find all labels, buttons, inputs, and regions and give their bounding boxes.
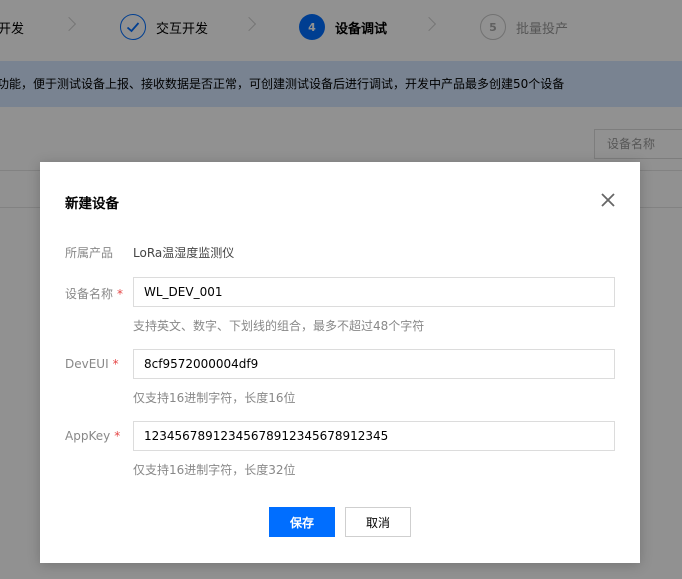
- app-key-hint: 仅支持16进制字符，长度32位: [133, 463, 296, 477]
- save-button[interactable]: 保存: [269, 507, 335, 537]
- dialog-title: 新建设备: [65, 196, 119, 212]
- product-value: LoRa温湿度监测仪: [133, 246, 235, 260]
- required-mark: *: [117, 287, 124, 301]
- app-key-label: AppKey *: [65, 429, 120, 443]
- dev-eui-label-text: DevEUI: [65, 357, 109, 371]
- app-key-input[interactable]: [133, 421, 615, 451]
- cancel-button[interactable]: 取消: [345, 507, 411, 537]
- app-key-label-text: AppKey: [65, 429, 111, 443]
- dev-eui-input[interactable]: [133, 349, 615, 379]
- required-mark: *: [112, 357, 119, 371]
- create-device-dialog: 新建设备 所属产品 LoRa温湿度监测仪 设备名称* 支持英文、数字、下划线的组…: [40, 162, 640, 563]
- dev-eui-label: DevEUI *: [65, 357, 119, 371]
- device-name-label-text: 设备名称: [65, 287, 114, 301]
- device-name-label: 设备名称 *: [65, 285, 123, 302]
- product-label: 所属产品: [65, 246, 114, 260]
- device-name-hint: 支持英文、数字、下划线的组合，最多不超过48个字符: [133, 319, 425, 333]
- close-icon[interactable]: [599, 191, 617, 209]
- device-name-input[interactable]: [133, 277, 615, 307]
- dev-eui-hint: 仅支持16进制字符，长度16位: [133, 391, 296, 405]
- required-mark: *: [114, 429, 121, 443]
